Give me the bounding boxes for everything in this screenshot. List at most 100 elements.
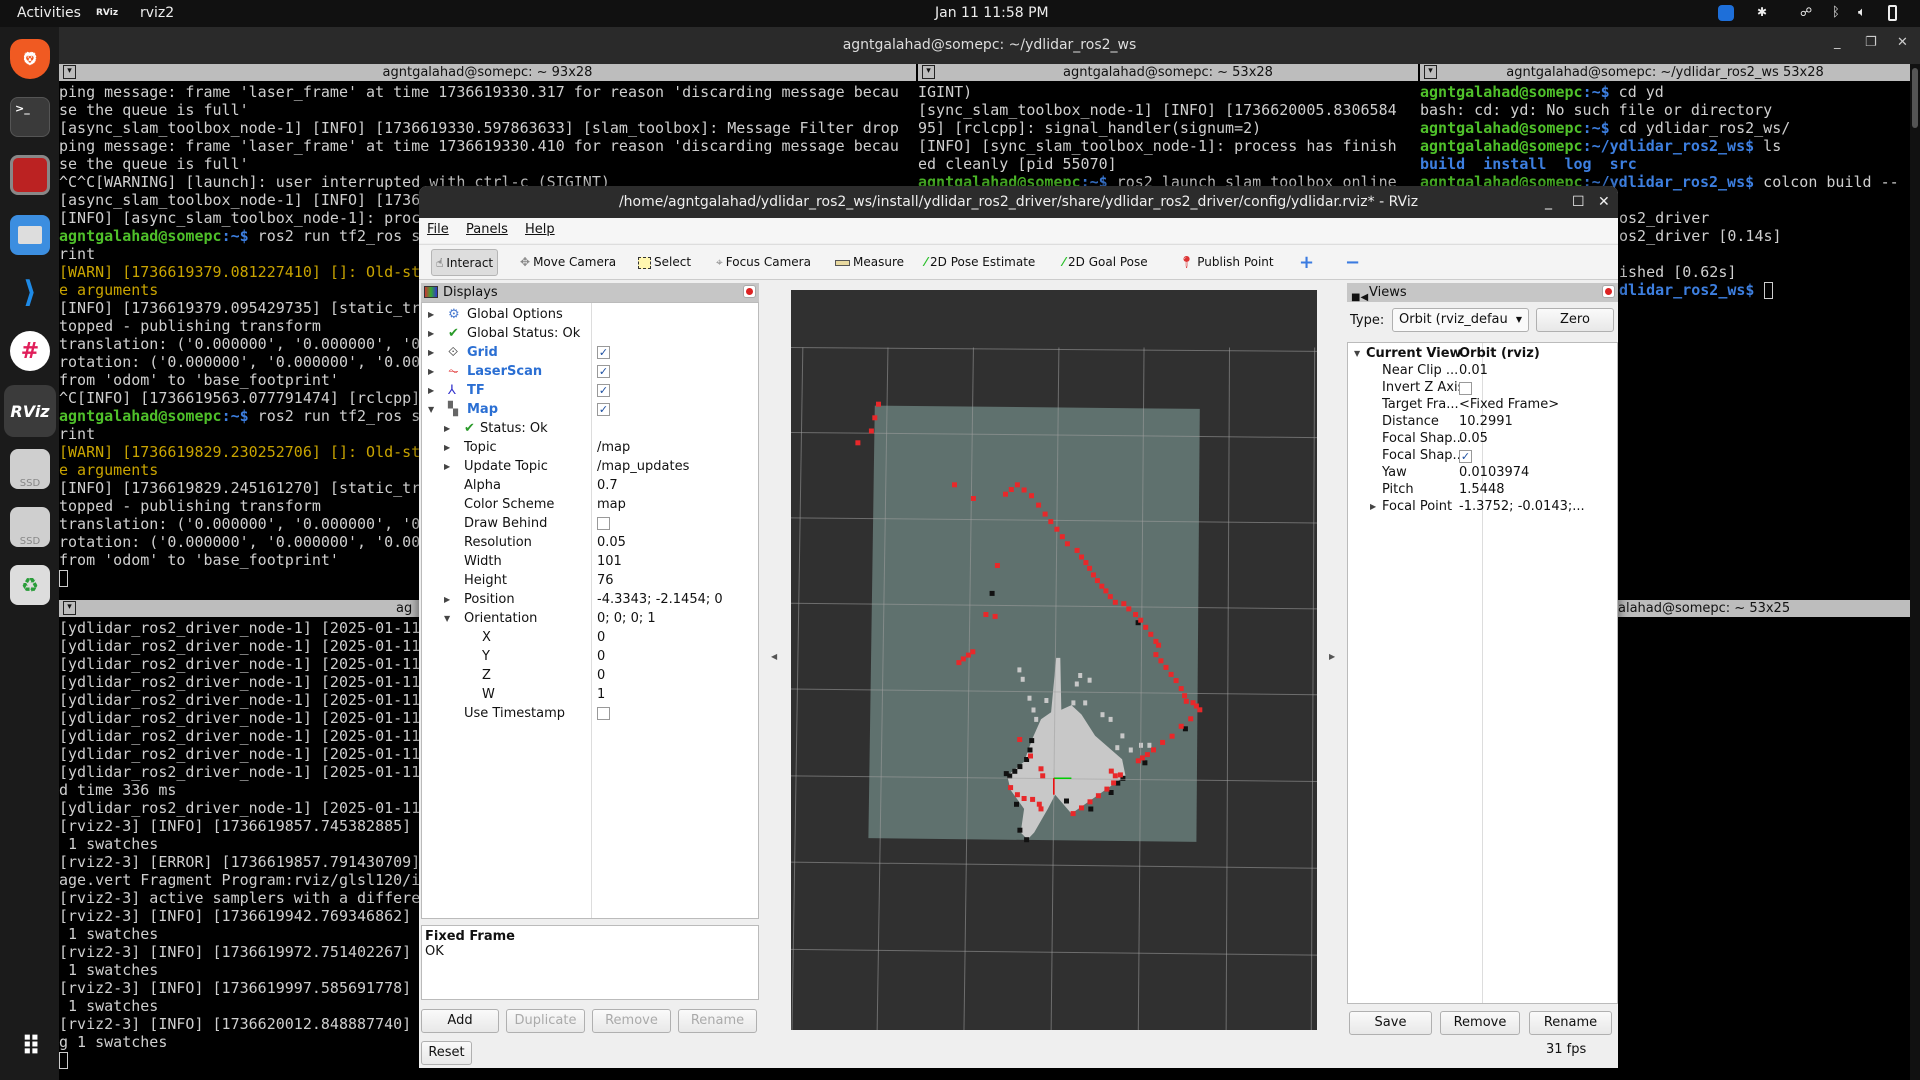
publish-point-tool[interactable]: 📍︎ Publish Point [1175,249,1278,276]
row-value[interactable]: 0.0103974 [1459,464,1529,481]
select-tool[interactable]: Select [634,249,695,276]
checkbox[interactable] [1459,382,1472,395]
bluetooth-icon[interactable]: ᛒ [1832,5,1840,20]
pane-header[interactable]: ▾ agntgalahad@somepc: ~ 93x28 [59,64,916,81]
network-icon[interactable]: ☍ [1800,5,1812,19]
tree-row[interactable]: ▶ ⅄ TF ✓ [422,381,758,400]
row-value[interactable]: 1.5448 [1459,481,1505,498]
remove-tool-button[interactable]: − [1341,249,1364,276]
tree-row[interactable]: ▶ Position -4.3343; -2.1454; 0 [422,590,758,609]
app-menu[interactable]: rviz2 [140,5,174,21]
tree-row[interactable]: ▶ Topic/map [422,438,758,457]
collapsed-arrow-icon[interactable]: ▶ [428,362,434,381]
tree-row[interactable]: Yaw 0.0103974 [1348,464,1617,481]
terminal-scrollbar[interactable] [1910,64,1920,1080]
tree-row[interactable]: Distance 10.2991 [1348,413,1617,430]
collapsed-arrow-icon[interactable]: ▶ [428,324,434,343]
row-value[interactable]: 101 [597,552,622,571]
tree-row[interactable]: Resolution 0.05 [422,533,758,552]
expanded-arrow-icon[interactable]: ▼ [428,400,434,419]
collapse-right-arrow-icon[interactable]: ▶ [1329,652,1335,661]
pane-menu-icon[interactable]: ▾ [922,65,935,79]
tree-row[interactable]: Target Fra... <Fixed Frame> [1348,396,1617,413]
2d-pose-estimate-tool[interactable]: ⁄ 2D Pose Estimate [921,249,1039,276]
tree-row[interactable]: ▶ ⟐ Grid ✓ [422,343,758,362]
row-value[interactable]: map [597,495,626,514]
tree-row[interactable]: ▶ ⚙ Global Options [422,305,758,324]
row-value[interactable]: 0.7 [597,476,618,495]
files-icon[interactable] [10,215,50,255]
expanded-arrow-icon[interactable]: ▼ [444,609,450,628]
reset-button[interactable]: Reset [421,1041,472,1065]
tree-row[interactable]: Pitch 1.5448 [1348,481,1617,498]
tree-row[interactable]: Draw Behind [422,514,758,533]
remove-display-button[interactable]: Remove [592,1009,671,1033]
interact-tool[interactable]: ☝ Interact [431,249,499,276]
pane-menu-icon[interactable]: ▾ [63,65,76,79]
tree-row[interactable]: Y0 [422,647,758,666]
row-value[interactable]: 0.05 [1459,430,1488,447]
move-camera-tool[interactable]: ✥ Move Camera [516,249,620,276]
minimize-button[interactable]: _ [1545,186,1552,218]
volume-icon[interactable]: 🔈︎ [1858,5,1866,20]
add-tool-button[interactable]: + [1295,249,1318,276]
maximize-button[interactable]: ☐ [1572,186,1585,218]
tree-row[interactable]: Z0 [422,666,758,685]
rename-display-button[interactable]: Rename [678,1009,757,1033]
row-value[interactable]: 0 [597,647,605,666]
row-value[interactable]: <Fixed Frame> [1459,396,1559,413]
battery-icon[interactable] [1888,5,1897,21]
save-view-button[interactable]: Save [1349,1011,1432,1035]
tree-row[interactable]: Width 101 [422,552,758,571]
row-value[interactable]: /map_updates [597,457,689,476]
close-panel-button[interactable] [743,285,756,298]
tree-row[interactable]: Color Scheme map [422,495,758,514]
checkbox[interactable]: ✓ [1459,450,1472,463]
row-value[interactable]: /map [597,438,630,457]
checkbox[interactable]: ✓ [597,403,610,416]
pane-menu-icon[interactable]: ▾ [1424,65,1437,79]
checkbox[interactable] [597,517,610,530]
minimize-button[interactable]: _ [1834,31,1841,55]
row-value[interactable]: 0.01 [1459,362,1488,379]
close-button[interactable]: ✕ [1897,31,1908,55]
menu-help[interactable]: Help [525,222,555,237]
row-value[interactable]: 0 [597,666,605,685]
view-type-dropdown[interactable]: Orbit (rviz_defau ▼ [1392,308,1529,332]
collapsed-arrow-icon[interactable]: ▶ [428,381,434,400]
teamviewer-tray-icon[interactable] [1718,5,1734,21]
row-value[interactable]: 76 [597,571,614,590]
row-value[interactable]: -4.3343; -2.1454; 0 [597,590,723,609]
duplicate-display-button[interactable]: Duplicate [506,1009,585,1033]
collapsed-arrow-icon[interactable]: ▶ [444,438,450,457]
3d-scene[interactable] [790,290,1318,1031]
slack-icon[interactable]: # [10,331,50,371]
3d-render-view[interactable] [790,290,1318,1031]
checkbox[interactable] [597,707,610,720]
tree-row[interactable]: Height 76 [422,571,758,590]
zero-button[interactable]: Zero [1536,308,1614,332]
tree-row[interactable]: ▼ Current View Orbit (rviz) [1348,345,1617,362]
pane-menu-icon[interactable]: ▾ [63,601,76,615]
row-value[interactable]: 0 [597,628,605,647]
2d-goal-pose-tool[interactable]: ⁄ 2D Goal Pose [1059,249,1152,276]
tree-row[interactable]: W1 [422,685,758,704]
close-button[interactable]: ✕ [1598,186,1610,218]
collapse-left-arrow-icon[interactable]: ◀ [771,652,777,661]
collapsed-arrow-icon[interactable]: ▶ [428,343,434,362]
show-apps-grid-icon[interactable]: ⠿ [10,1027,50,1067]
tree-row[interactable]: Focal Shap... ✓ [1348,447,1617,464]
tree-row[interactable]: Focal Shap... 0.05 [1348,430,1617,447]
trash-icon[interactable]: ♻ [10,565,50,605]
maximize-button[interactable]: ❐ [1865,31,1877,55]
checkbox[interactable]: ✓ [597,384,610,397]
expanded-arrow-icon[interactable]: ▼ [1354,345,1360,362]
collapsed-arrow-icon[interactable]: ▶ [444,457,450,476]
brave-browser-icon[interactable]: 🦁︎ [10,39,50,79]
tree-row[interactable]: Alpha 0.7 [422,476,758,495]
tree-row[interactable]: ▶ ✔ Global Status: Ok [422,324,758,343]
collapsed-arrow-icon[interactable]: ▶ [444,590,450,609]
focus-camera-tool[interactable]: ⌖ Focus Camera [712,249,815,276]
tree-row[interactable]: ▶ Update Topic/map_updates [422,457,758,476]
measure-tool[interactable]: Measure [831,249,908,276]
